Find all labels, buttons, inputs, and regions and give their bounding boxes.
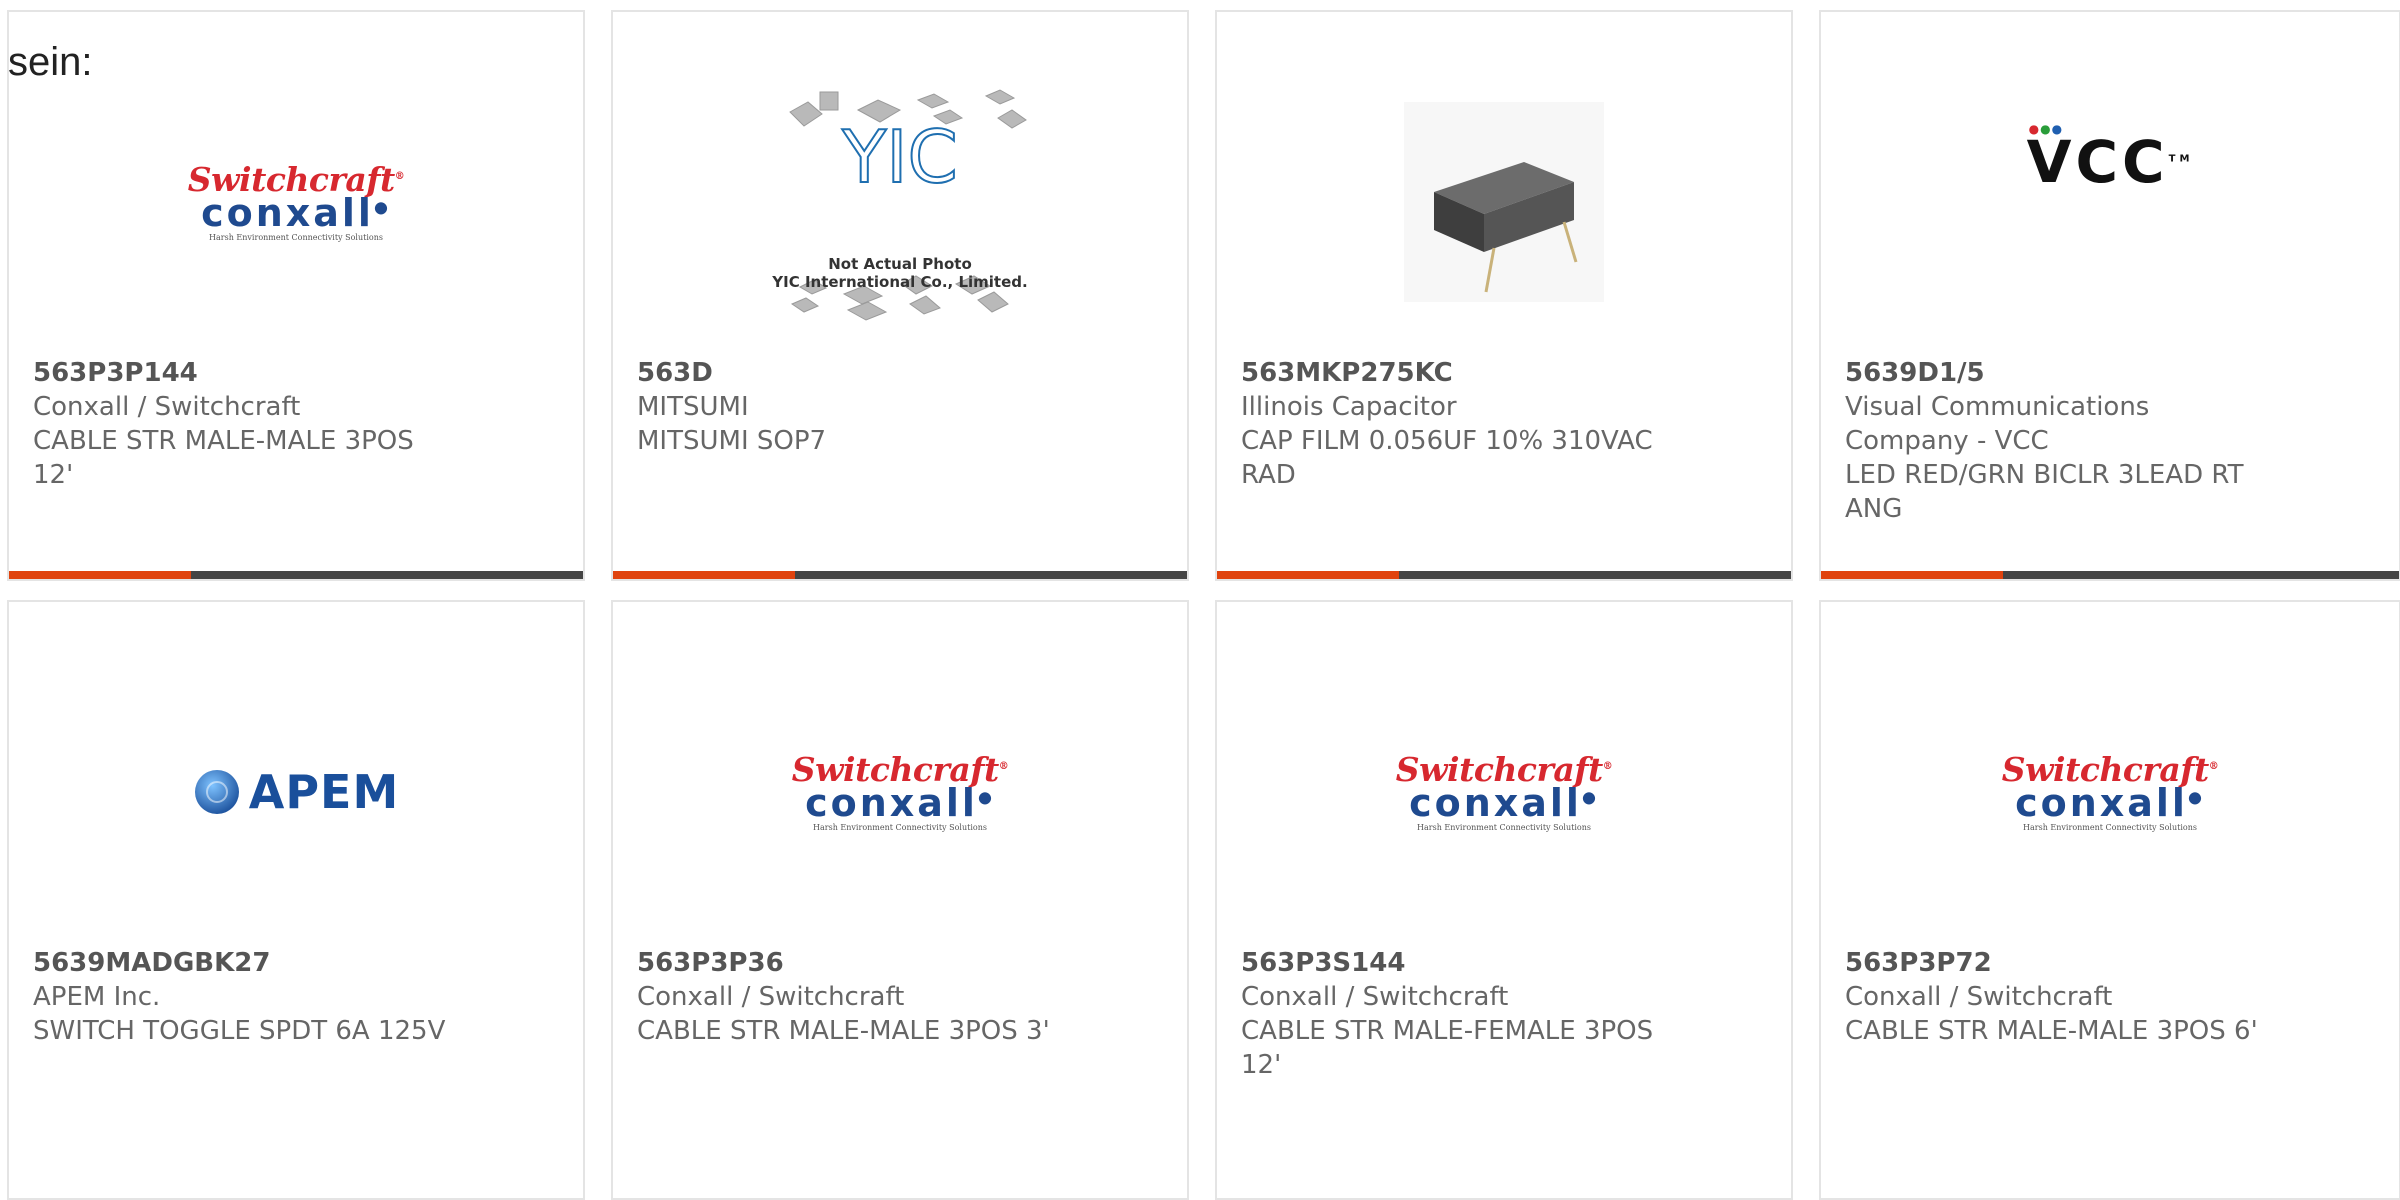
description: CABLE STR MALE-MALE 3POS 12' xyxy=(33,426,414,490)
part-number[interactable]: 5639MADGBK27 xyxy=(33,946,453,980)
photo-caption-company: YIC International Co., Limited. xyxy=(772,273,1028,291)
product-image: Switchcraft® conxall● Harsh Environment … xyxy=(613,642,1187,942)
photo-caption: Not Actual Photo xyxy=(828,255,972,273)
description: CAP FILM 0.056UF 10% 310VAC RAD xyxy=(1241,426,1653,490)
card-bottom-bar xyxy=(1821,571,2399,579)
switchcraft-conxall-logo: Switchcraft® conxall● Harsh Environment … xyxy=(791,749,1009,832)
manufacturer: Conxall / Switchcraft xyxy=(637,982,905,1012)
manufacturer: Illinois Capacitor xyxy=(1241,392,1457,422)
card-bottom-bar xyxy=(1217,571,1791,579)
product-card[interactable]: 563MKP275KC Illinois Capacitor CAP FILM … xyxy=(1215,10,1793,581)
product-image: YIC Not Actual Photo YIC International C… xyxy=(613,52,1187,352)
manufacturer: APEM Inc. xyxy=(33,982,161,1012)
product-card[interactable]: Switchcraft® conxall● Harsh Environment … xyxy=(1819,600,2400,1200)
card-bottom-bar xyxy=(613,571,1187,579)
product-card[interactable]: YIC Not Actual Photo YIC International C… xyxy=(611,10,1189,581)
product-image xyxy=(1217,52,1791,352)
product-image: Switchcraft® conxall● Harsh Environment … xyxy=(1217,642,1791,942)
product-image: Switchcraft® conxall● Harsh Environment … xyxy=(9,52,583,352)
switchcraft-conxall-logo: Switchcraft® conxall● Harsh Environment … xyxy=(1395,749,1613,832)
intro-text: sein: xyxy=(8,40,93,84)
switchcraft-conxall-logo: Switchcraft® conxall● Harsh Environment … xyxy=(2001,749,2219,832)
manufacturer: Conxall / Switchcraft xyxy=(33,392,301,422)
manufacturer: Visual Communications Company - VCC xyxy=(1845,392,2150,456)
description: LED RED/GRN BICLR 3LEAD RT ANG xyxy=(1845,460,2244,524)
product-image: APEM xyxy=(9,642,583,942)
part-number[interactable]: 563D xyxy=(637,356,1057,390)
part-number[interactable]: 563P3P144 xyxy=(33,356,453,390)
description: SWITCH TOGGLE SPDT 6A 125V xyxy=(33,1016,446,1046)
part-number[interactable]: 563P3P72 xyxy=(1845,946,2265,980)
product-card[interactable]: Switchcraft® conxall● Harsh Environment … xyxy=(611,600,1189,1200)
manufacturer: Conxall / Switchcraft xyxy=(1241,982,1509,1012)
description: CABLE STR MALE-MALE 3POS 3' xyxy=(637,1016,1050,1046)
product-card[interactable]: ●●● VCCTM 5639D1/5 Visual Communications… xyxy=(1819,10,2400,581)
apem-logo: APEM xyxy=(193,765,400,819)
switchcraft-conxall-logo: Switchcraft® conxall● Harsh Environment … xyxy=(187,159,405,242)
description: CABLE STR MALE-FEMALE 3POS 12' xyxy=(1241,1016,1654,1080)
card-bottom-bar xyxy=(9,571,583,579)
part-number[interactable]: 563MKP275KC xyxy=(1241,356,1661,390)
film-capacitor-photo xyxy=(1404,102,1604,302)
product-card[interactable]: APEM 5639MADGBK27 APEM Inc. SWITCH TOGGL… xyxy=(7,600,585,1200)
part-number[interactable]: 5639D1/5 xyxy=(1845,356,2265,390)
description: MITSUMI SOP7 xyxy=(637,426,827,456)
vcc-logo: ●●● VCCTM xyxy=(2026,122,2194,196)
description: CABLE STR MALE-MALE 3POS 6' xyxy=(1845,1016,2258,1046)
product-card[interactable]: Switchcraft® conxall● Harsh Environment … xyxy=(1215,600,1793,1200)
manufacturer: MITSUMI xyxy=(637,392,749,422)
svg-text:YIC: YIC xyxy=(841,115,958,199)
part-number[interactable]: 563P3S144 xyxy=(1241,946,1661,980)
manufacturer: Conxall / Switchcraft xyxy=(1845,982,2113,1012)
product-card[interactable]: Switchcraft® conxall● Harsh Environment … xyxy=(7,10,585,581)
part-number[interactable]: 563P3P36 xyxy=(637,946,1057,980)
product-image: ●●● VCCTM xyxy=(1821,12,2399,312)
product-image: Switchcraft® conxall● Harsh Environment … xyxy=(1821,642,2399,942)
apem-globe-icon xyxy=(194,770,239,814)
